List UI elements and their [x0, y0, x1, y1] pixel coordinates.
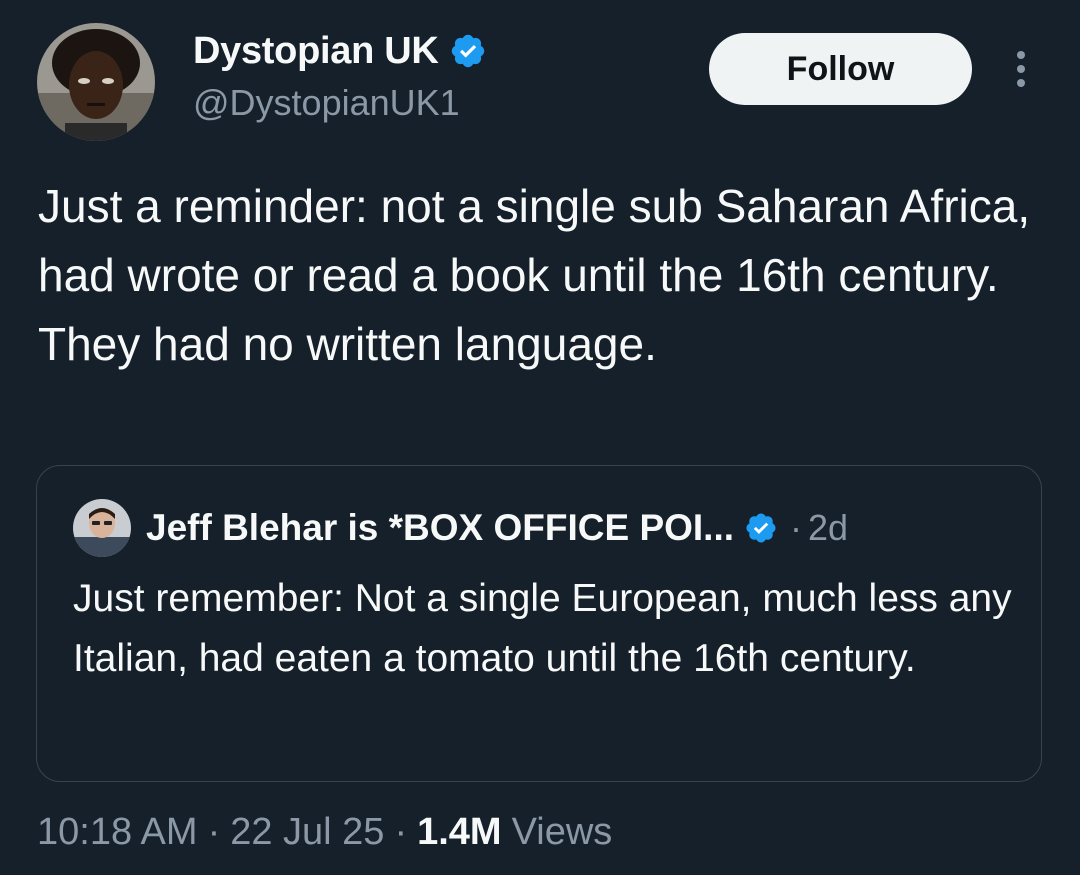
more-dot — [1017, 51, 1025, 59]
views-count[interactable]: 1.4M — [417, 811, 501, 854]
views-label[interactable]: Views — [512, 811, 613, 854]
tweet-date[interactable]: 22 Jul 25 — [230, 811, 384, 854]
more-dot — [1017, 65, 1025, 73]
meta-separator: · — [394, 811, 408, 853]
quoted-timestamp[interactable]: 2d — [808, 507, 848, 549]
verified-badge-icon[interactable] — [449, 32, 487, 70]
meta-separator: · — [207, 811, 221, 853]
tweet-text: Just a reminder: not a single sub Sahara… — [38, 180, 1031, 370]
profile-photo — [73, 499, 131, 557]
quoted-tweet-header: Jeff Blehar is *BOX OFFICE POI... · 2d — [73, 498, 848, 558]
more-options-icon[interactable] — [1004, 44, 1038, 94]
quoted-author-name[interactable]: Jeff Blehar is *BOX OFFICE POI... — [146, 507, 734, 549]
author-name-row[interactable]: Dystopian UK — [193, 29, 487, 73]
quoted-tweet-card[interactable]: Jeff Blehar is *BOX OFFICE POI... · 2d J… — [36, 465, 1042, 782]
author-handle[interactable]: @DystopianUK1 — [193, 82, 460, 124]
more-dot — [1017, 79, 1025, 87]
profile-photo — [37, 23, 155, 141]
verified-badge-icon[interactable] — [744, 511, 778, 545]
quoted-author-avatar[interactable] — [73, 499, 131, 557]
tweet-time[interactable]: 10:18 AM — [37, 811, 198, 854]
author-display-name[interactable]: Dystopian UK — [193, 30, 439, 73]
quoted-tweet-text: Just remember: Not a single European, mu… — [73, 577, 1012, 680]
tweet-meta: 10:18 AM · 22 Jul 25 · 1.4M Views — [37, 811, 612, 854]
author-avatar[interactable] — [37, 23, 155, 141]
follow-button[interactable]: Follow — [709, 33, 972, 105]
quoted-separator: · — [790, 507, 803, 548]
